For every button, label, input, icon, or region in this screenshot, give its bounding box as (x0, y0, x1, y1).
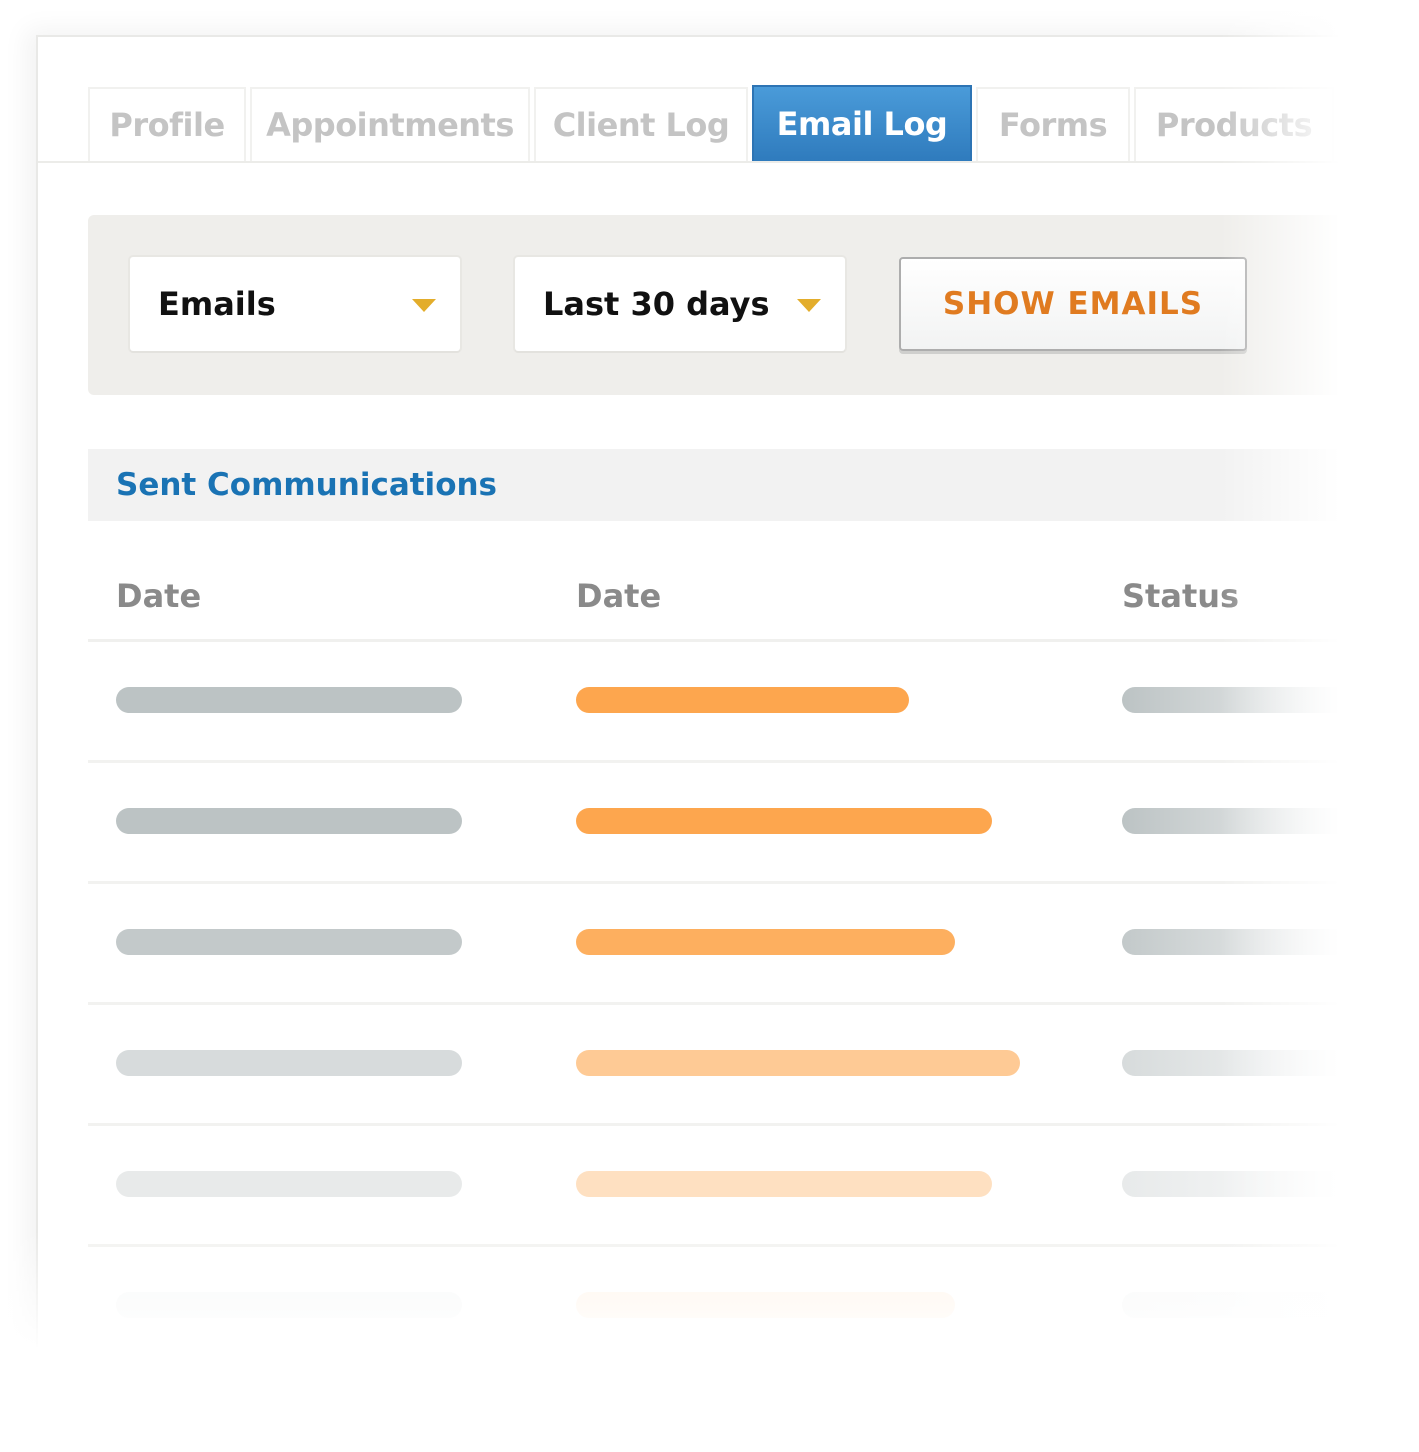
tab-bar: Profile Appointments Client Log Email Lo… (88, 85, 1338, 163)
client-panel: Profile Appointments Client Log Email Lo… (36, 35, 1419, 1368)
range-select[interactable]: Last 30 days (515, 257, 845, 351)
status-placeholder (1122, 1050, 1419, 1076)
tab-appointments[interactable]: Appointments (250, 87, 530, 161)
date-placeholder-2 (576, 929, 955, 955)
tab-forms[interactable]: Forms (976, 87, 1130, 161)
tab-email-log[interactable]: Email Log (752, 85, 972, 163)
table-row[interactable] (88, 1002, 1419, 1126)
status-placeholder (1122, 687, 1419, 713)
type-select-value: Emails (158, 285, 276, 323)
filter-bar: Emails Last 30 days SHOW EMAILS (88, 215, 1419, 395)
chevron-down-icon (797, 299, 821, 312)
table-row[interactable] (88, 1123, 1419, 1247)
section-title: Sent Communications (116, 467, 498, 503)
date-placeholder (116, 1171, 462, 1197)
tab-profile[interactable]: Profile (88, 87, 246, 161)
tab-client-log[interactable]: Client Log (534, 87, 748, 161)
date-placeholder-2 (576, 1171, 992, 1197)
section-header: Sent Communications (88, 449, 1419, 521)
chevron-down-icon (412, 299, 436, 312)
date-placeholder-2 (576, 808, 992, 834)
status-placeholder (1122, 808, 1419, 834)
column-header-date-2[interactable]: Date (576, 577, 661, 615)
date-placeholder (116, 808, 462, 834)
date-placeholder (116, 929, 462, 955)
table-row[interactable] (88, 881, 1419, 1005)
table-row[interactable] (88, 1244, 1419, 1368)
date-placeholder (116, 1050, 462, 1076)
status-placeholder (1122, 929, 1419, 955)
table-header: Date Date Status (88, 557, 1419, 642)
table-row[interactable] (88, 760, 1419, 884)
date-placeholder-2 (576, 1292, 955, 1318)
date-placeholder (116, 1292, 462, 1318)
date-placeholder-2 (576, 687, 909, 713)
show-emails-button[interactable]: SHOW EMAILS (899, 257, 1247, 351)
status-placeholder (1122, 1171, 1419, 1197)
tab-divider (38, 161, 1419, 163)
tab-products[interactable]: Products (1134, 87, 1334, 161)
status-placeholder (1122, 1292, 1419, 1318)
range-select-value: Last 30 days (543, 285, 770, 323)
date-placeholder-2 (576, 1050, 1020, 1076)
column-header-date[interactable]: Date (116, 577, 201, 615)
table-row[interactable] (88, 639, 1419, 763)
type-select[interactable]: Emails (130, 257, 460, 351)
date-placeholder (116, 687, 462, 713)
column-header-status[interactable]: Status (1122, 577, 1239, 615)
